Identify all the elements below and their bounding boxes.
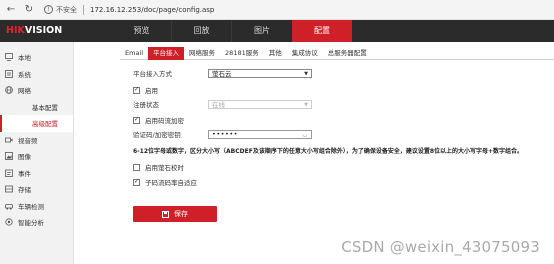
ezviz-calib-row: 启用萤石校时 (133, 162, 184, 172)
encrypt-row: ✓ 启用码流加密 (133, 115, 184, 125)
top-navigation: HIKVISION 预览 回放 图片 配置 (0, 20, 554, 42)
event-icon (5, 169, 13, 177)
sidebar-subitem-advanced[interactable]: 高级配置 (0, 115, 73, 132)
main-nav: 预览 回放 图片 配置 (112, 20, 352, 42)
video-audio-icon (5, 136, 13, 144)
tab-integration-protocol[interactable]: 集成协议 (287, 47, 323, 60)
monitor-icon (5, 53, 13, 61)
nav-playback[interactable]: 回放 (172, 20, 232, 42)
vehicle-icon (5, 202, 13, 210)
security-indicator[interactable]: ! 不安全 (44, 5, 77, 15)
platform-label: 平台接入方式 (133, 70, 172, 78)
substream-row: ✓ 子码流码率自适应 (133, 177, 197, 187)
sidebar-item-local[interactable]: 本地 (0, 49, 73, 66)
chevron-down-icon: ▼ (304, 101, 308, 108)
code-label: 验证码/加密密钥 (133, 131, 181, 139)
watermark: CSDN @weixin_43075093 (341, 238, 540, 256)
encrypt-checkbox[interactable]: ✓ (133, 116, 140, 124)
config-tabs: Email 平台接入 网络服务 28181服务 其他 集成协议 总服务器配置 (120, 47, 554, 60)
sidebar-item-image[interactable]: 图像 (0, 148, 73, 165)
enable-label: 启用 (145, 87, 158, 95)
platform-row: 平台接入方式 萤石云 ▼ (133, 68, 312, 78)
status-select: 在线 ▼ (208, 99, 312, 109)
smart-analysis-icon (5, 218, 13, 226)
sidebar-item-video-audio[interactable]: 视音频 (0, 132, 73, 149)
sidebar-item-event[interactable]: 事件 (0, 165, 73, 182)
code-row: 验证码/加密密钥 •••••• ◡ (133, 129, 312, 139)
image-icon (5, 152, 13, 160)
sidebar-item-vehicle[interactable]: 车辆检测 (0, 198, 73, 215)
nav-preview[interactable]: 预览 (112, 20, 172, 42)
save-icon (162, 210, 169, 218)
nav-configuration[interactable]: 配置 (292, 20, 352, 42)
warning-icon: ! (44, 5, 53, 14)
storage-icon (5, 185, 13, 193)
tab-platform-access[interactable]: 平台接入 (148, 47, 185, 60)
hikvision-logo: HIKVISION (6, 25, 63, 36)
enable-row: ✓ 启用 (133, 85, 158, 95)
url-text[interactable]: 172.16.12.253/doc/page/config.asp (90, 6, 214, 14)
browser-address-bar: ← ↻ ! 不安全 172.16.12.253/doc/page/config.… (0, 0, 554, 20)
substream-checkbox[interactable]: ✓ (133, 178, 140, 186)
chevron-down-icon: ▼ (304, 70, 308, 77)
divider (83, 4, 84, 15)
sidebar: 本地 系统 网络 基本配置 高级配置 视音频 图像 事件 存储 车辆检测 智能分… (0, 42, 74, 264)
eye-icon[interactable]: ◡ (302, 131, 308, 139)
ezviz-calib-label: 启用萤石校时 (145, 164, 184, 172)
sidebar-item-storage[interactable]: 存储 (0, 181, 73, 198)
nav-pictures[interactable]: 图片 (232, 20, 292, 42)
verification-code-input[interactable]: •••••• ◡ (208, 129, 312, 139)
tab-network-service[interactable]: 网络服务 (184, 47, 220, 60)
security-label: 不安全 (56, 5, 77, 14)
globe-icon (5, 86, 13, 94)
status-label: 注册状态 (133, 101, 159, 109)
tab-other[interactable]: 其他 (264, 47, 287, 60)
enable-checkbox[interactable]: ✓ (133, 86, 140, 94)
encrypt-label: 启用码流加密 (145, 117, 184, 125)
back-icon[interactable]: ← (4, 3, 18, 17)
substream-label: 子码流码率自适应 (145, 179, 197, 187)
system-icon (5, 69, 13, 78)
platform-select[interactable]: 萤石云 ▼ (208, 68, 312, 78)
password-hint: 6-12位字母或数字，区分大小写（ABCDEF及该顺序下的任意大小写组合除外），… (133, 148, 524, 155)
status-row: 注册状态 在线 ▼ (133, 99, 312, 109)
sidebar-item-network[interactable]: 网络 (0, 82, 73, 99)
tab-28181-service[interactable]: 28181服务 (220, 47, 264, 60)
save-button[interactable]: 保存 (133, 206, 217, 222)
sidebar-subitem-basic[interactable]: 基本配置 (0, 99, 73, 116)
sidebar-item-system[interactable]: 系统 (0, 66, 73, 83)
sidebar-item-smart-analysis[interactable]: 智能分析 (0, 214, 73, 231)
tab-email[interactable]: Email (120, 47, 148, 60)
tab-server-config[interactable]: 总服务器配置 (323, 47, 372, 60)
refresh-icon[interactable]: ↻ (22, 3, 36, 17)
ezviz-calib-checkbox[interactable] (133, 163, 140, 171)
